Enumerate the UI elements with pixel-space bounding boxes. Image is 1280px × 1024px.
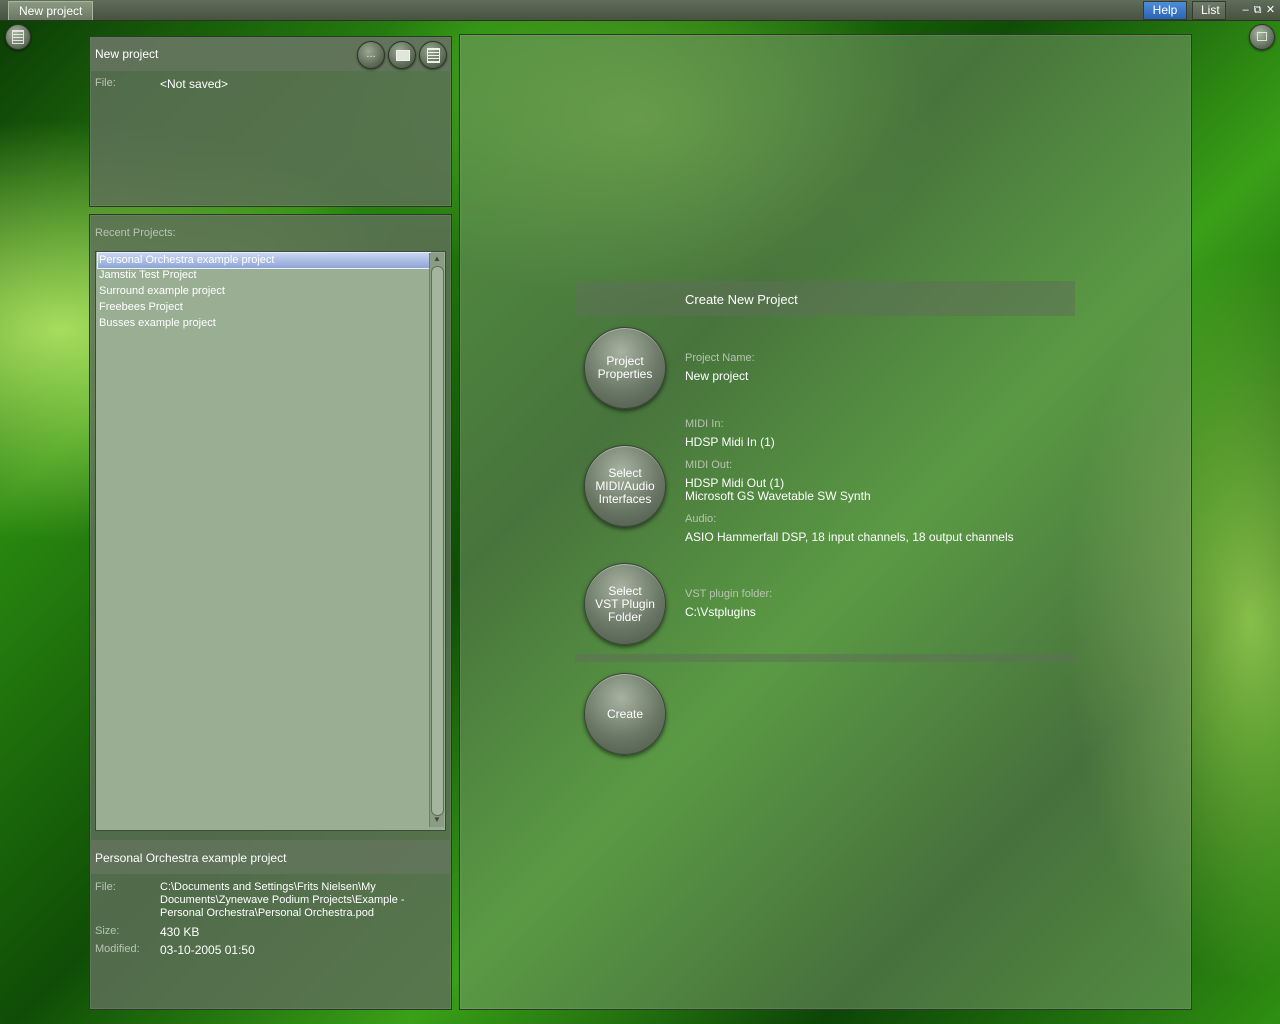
- create-project-panel: [459, 34, 1192, 1010]
- list-item[interactable]: Busses example project: [98, 316, 429, 331]
- restore-icon[interactable]: ⧉: [1252, 3, 1263, 17]
- recent-projects-list[interactable]: Personal Orchestra example project Jamst…: [95, 251, 446, 831]
- details-size-label: Size:: [95, 925, 120, 937]
- project-properties-button[interactable]: Project Properties: [584, 327, 666, 409]
- browse-button[interactable]: ...: [357, 41, 385, 69]
- window-icon[interactable]: [1249, 24, 1275, 50]
- separator-bar: [575, 654, 1075, 662]
- midi-out-value-1: HDSP Midi Out (1): [685, 476, 785, 490]
- file-label: File:: [95, 77, 116, 89]
- project-name-value: New project: [685, 369, 749, 383]
- scroll-down-icon[interactable]: ▼: [432, 815, 442, 825]
- project-title: New project: [95, 47, 159, 61]
- project-panel: New project ... File: <Not saved>: [89, 36, 452, 207]
- create-title: Create New Project: [685, 292, 798, 307]
- list-item[interactable]: Personal Orchestra example project: [97, 252, 431, 269]
- midi-out-value-2: Microsoft GS Wavetable SW Synth: [685, 489, 871, 503]
- properties-button[interactable]: [419, 41, 447, 69]
- select-interfaces-button[interactable]: Select MIDI/Audio Interfaces: [584, 445, 666, 527]
- create-button[interactable]: Create: [584, 673, 666, 755]
- list-item[interactable]: Jamstix Test Project: [98, 268, 429, 283]
- list-item[interactable]: Surround example project: [98, 284, 429, 299]
- list-button[interactable]: List: [1192, 1, 1226, 20]
- midi-out-label: MIDI Out:: [685, 459, 733, 471]
- document-icon: [427, 48, 440, 63]
- list-scrollbar[interactable]: ▲ ▼: [429, 253, 444, 827]
- details-file-value: C:\Documents and Settings\Frits Nielsen\…: [160, 881, 405, 919]
- details-title: Personal Orchestra example project: [95, 851, 287, 865]
- details-modified-label: Modified:: [95, 943, 140, 955]
- vst-folder-label: VST plugin folder:: [685, 588, 773, 600]
- project-name-label: Project Name:: [685, 352, 755, 364]
- midi-in-value: HDSP Midi In (1): [685, 435, 775, 449]
- menu-icon[interactable]: [5, 24, 31, 50]
- title-bar: New project Help List – ⧉ ✕: [0, 0, 1280, 21]
- audio-value: ASIO Hammerfall DSP, 18 input channels, …: [685, 530, 1014, 544]
- folder-icon: [396, 50, 410, 61]
- details-modified-value: 03-10-2005 01:50: [160, 943, 255, 957]
- vst-folder-value: C:\Vstplugins: [685, 605, 756, 619]
- list-item[interactable]: Freebees Project: [98, 300, 429, 315]
- scroll-thumb[interactable]: [431, 266, 444, 816]
- minimize-icon[interactable]: –: [1240, 3, 1251, 17]
- file-value: <Not saved>: [160, 77, 229, 91]
- help-button[interactable]: Help: [1143, 1, 1187, 20]
- audio-label: Audio:: [685, 513, 717, 525]
- close-icon[interactable]: ✕: [1265, 3, 1276, 17]
- select-vst-folder-button[interactable]: Select VST Plugin Folder: [584, 563, 666, 645]
- details-file-label: File:: [95, 881, 116, 893]
- tab-new-project[interactable]: New project: [8, 1, 94, 20]
- folder-button[interactable]: [388, 41, 416, 69]
- midi-in-label: MIDI In:: [685, 418, 724, 430]
- create-header: [575, 281, 1075, 316]
- scroll-up-icon[interactable]: ▲: [432, 254, 442, 264]
- details-size-value: 430 KB: [160, 925, 200, 939]
- recent-projects-label: Recent Projects:: [95, 227, 176, 239]
